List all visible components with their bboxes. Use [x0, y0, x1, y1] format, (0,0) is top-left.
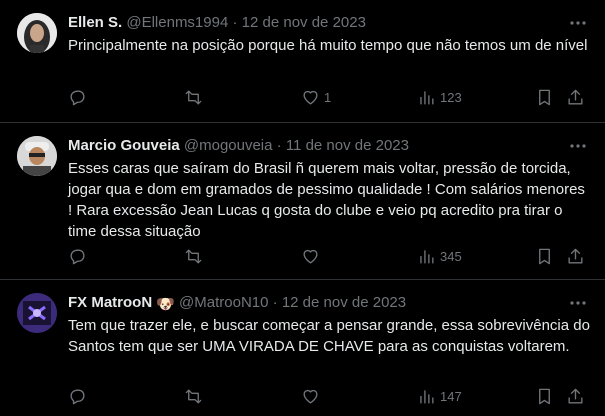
views-icon	[420, 250, 434, 264]
tweet-header: Marcio Gouveia @mogouveia · 11 de nov de…	[68, 136, 409, 156]
views-button[interactable]: 123	[417, 86, 462, 108]
views-button[interactable]: 147	[417, 385, 462, 407]
like-icon	[303, 389, 318, 404]
avatar[interactable]	[17, 13, 57, 53]
views-button[interactable]: 345	[417, 245, 462, 267]
tweet-text: Esses caras que saíram do Brasil ñ quere…	[68, 160, 585, 240]
more-icon[interactable]	[569, 294, 587, 312]
display-name[interactable]: Ellen S.	[68, 14, 122, 31]
handle[interactable]: @MatrooN10	[179, 294, 268, 311]
views-count: 147	[440, 388, 462, 404]
tweet-date[interactable]: 11 de nov de 2023	[286, 137, 409, 154]
like-icon	[303, 90, 318, 105]
reply-icon	[70, 90, 85, 106]
retweet-button[interactable]	[184, 86, 203, 108]
share-button[interactable]	[566, 245, 585, 267]
tweet-date[interactable]: 12 de nov de 2023	[282, 294, 406, 311]
tweet-date[interactable]: 12 de nov de 2023	[242, 14, 366, 31]
handle[interactable]: @mogouveia	[184, 137, 273, 154]
share-icon	[568, 89, 583, 105]
views-count: 123	[440, 89, 462, 105]
reply-button[interactable]	[68, 385, 87, 407]
like-button[interactable]: 1	[301, 86, 331, 108]
avatar[interactable]	[17, 136, 57, 176]
tweet-header: FX MatrooN 🐶 @MatrooN10 · 12 de nov de 20…	[68, 293, 406, 313]
reply-button[interactable]	[68, 245, 87, 267]
retweet-button[interactable]	[184, 245, 203, 267]
separator: ·	[232, 14, 238, 31]
tweet-marcio[interactable]: Marcio Gouveia @mogouveia · 11 de nov de…	[0, 123, 605, 280]
tweet-ellen[interactable]: Ellen S. @Ellenms1994 · 12 de nov de 202…	[0, 0, 605, 123]
bookmark-icon	[539, 248, 550, 265]
more-icon[interactable]	[569, 137, 587, 155]
bookmark-button[interactable]	[535, 385, 554, 407]
display-name[interactable]: FX MatrooN	[68, 294, 152, 311]
share-button[interactable]	[566, 86, 585, 108]
action-bar: 1 123	[68, 86, 593, 108]
separator: ·	[276, 137, 282, 154]
like-button[interactable]	[301, 385, 324, 407]
bookmark-button[interactable]	[535, 86, 554, 108]
like-count: 1	[324, 89, 332, 105]
tweet-text: Tem que trazer ele, e buscar começar a p…	[68, 317, 590, 355]
action-bar: 345	[68, 245, 593, 267]
display-name[interactable]: Marcio Gouveia	[68, 137, 180, 154]
dog-emoji: 🐶	[156, 296, 175, 313]
tweet-text: Principalmente na posição porque há muit…	[68, 37, 588, 54]
avatar[interactable]	[17, 293, 57, 333]
like-button[interactable]	[301, 245, 324, 267]
reply-icon	[70, 249, 85, 265]
bookmark-icon	[539, 388, 550, 405]
action-bar: 147	[68, 385, 593, 407]
separator: ·	[272, 294, 278, 311]
retweet-icon	[185, 90, 202, 105]
retweet-icon	[185, 389, 202, 404]
views-count: 345	[440, 248, 462, 264]
share-button[interactable]	[566, 385, 585, 407]
bookmark-icon	[539, 89, 550, 106]
views-icon	[420, 390, 434, 404]
tweet-matroon[interactable]: FX MatrooN 🐶 @MatrooN10 · 12 de nov de 20…	[0, 280, 605, 416]
handle[interactable]: @Ellenms1994	[126, 14, 228, 31]
bookmark-button[interactable]	[535, 245, 554, 267]
retweet-button[interactable]	[184, 385, 203, 407]
reply-button[interactable]	[68, 86, 87, 108]
like-icon	[303, 249, 318, 264]
more-icon[interactable]	[569, 14, 587, 32]
reply-icon	[70, 389, 85, 405]
retweet-icon	[185, 249, 202, 264]
share-icon	[568, 388, 583, 404]
views-icon	[420, 91, 434, 105]
share-icon	[568, 248, 583, 264]
tweet-header: Ellen S. @Ellenms1994 · 12 de nov de 202…	[68, 13, 366, 33]
